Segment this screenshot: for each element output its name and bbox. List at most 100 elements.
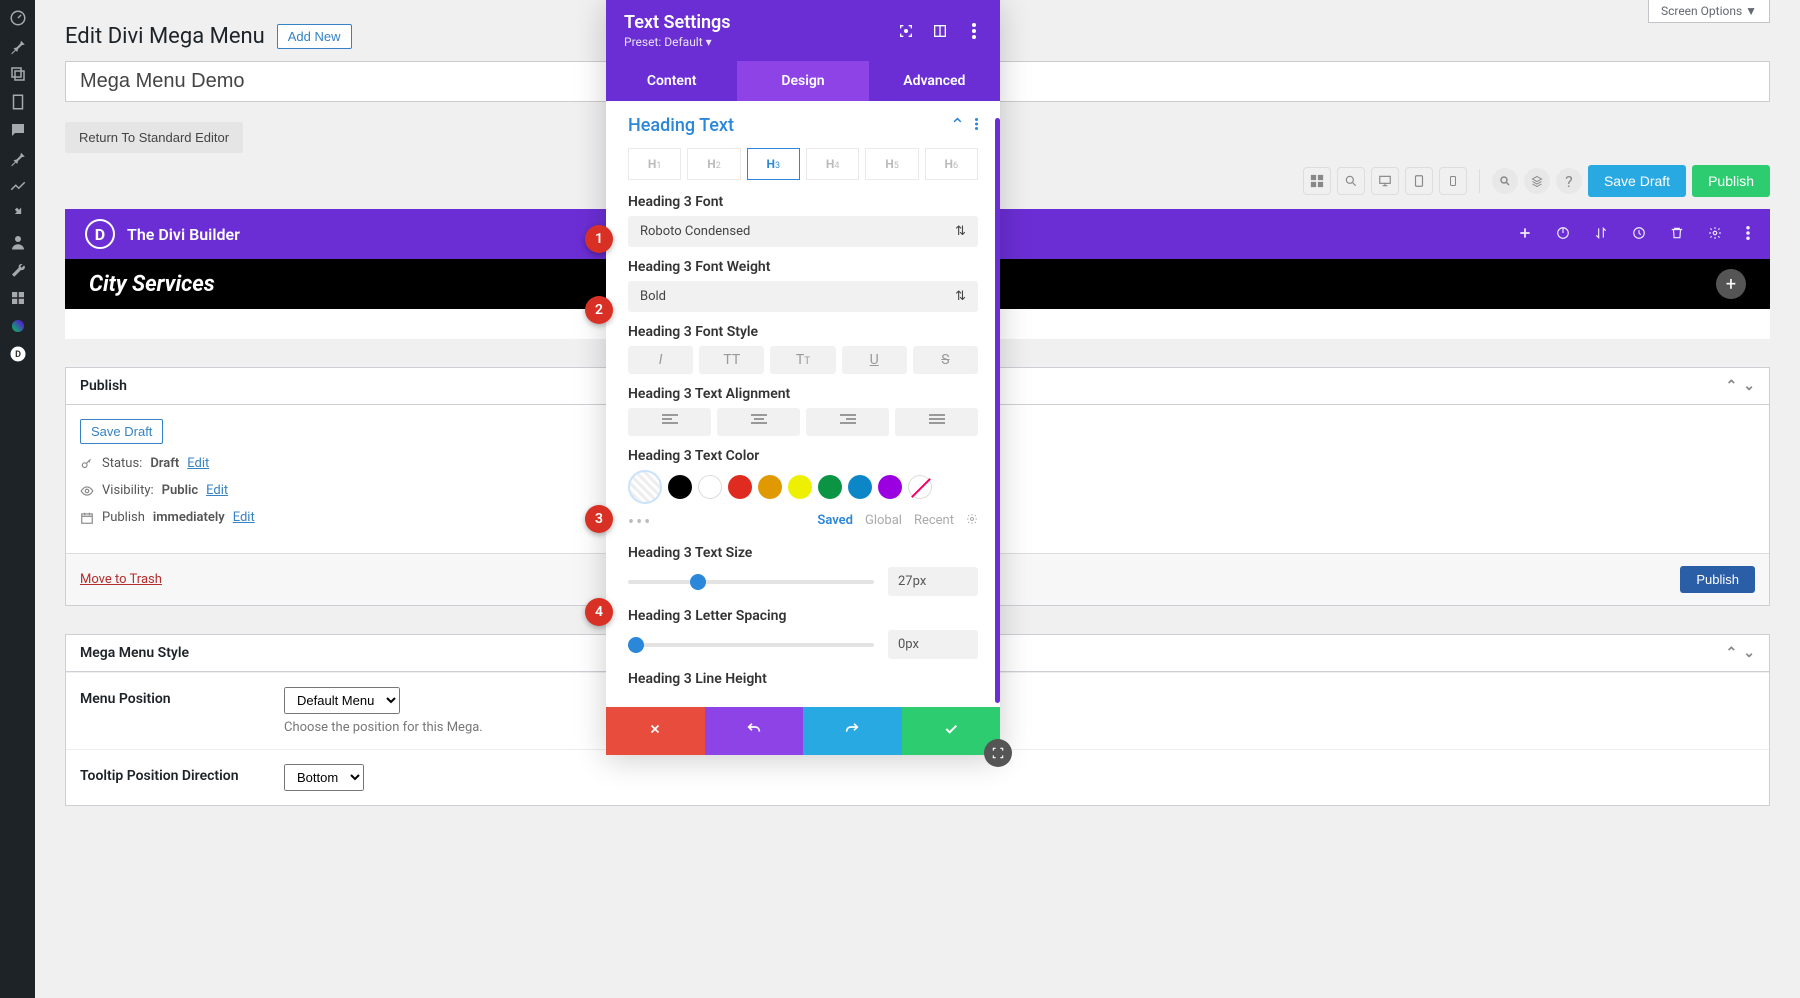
section-heading-text[interactable]: Heading Text — [628, 115, 734, 136]
comments-icon[interactable] — [6, 118, 30, 142]
focus-icon[interactable] — [898, 23, 914, 39]
color-swatch-current[interactable] — [628, 470, 662, 504]
smallcaps-button[interactable]: TT — [770, 346, 835, 374]
move-to-trash-link[interactable]: Move to Trash — [80, 572, 162, 587]
spacing-slider[interactable] — [628, 643, 874, 647]
color-tab-global[interactable]: Global — [865, 513, 902, 528]
align-center-button[interactable] — [717, 408, 800, 436]
plugins-icon[interactable] — [6, 202, 30, 226]
heading-level-1[interactable]: H1 — [628, 148, 681, 180]
chevron-up-icon[interactable]: ⌃ — [1726, 645, 1738, 661]
help-icon[interactable]: ? — [1556, 168, 1582, 194]
chevron-up-icon[interactable]: ⌃ — [1726, 378, 1738, 394]
align-left-button[interactable] — [628, 408, 711, 436]
color-swatch-4[interactable] — [788, 475, 812, 499]
color-swatch-0[interactable] — [668, 475, 692, 499]
publish-button[interactable]: Publish — [1692, 165, 1770, 197]
return-standard-editor-button[interactable]: Return To Standard Editor — [65, 122, 243, 153]
size-value-input[interactable]: 27px — [888, 567, 978, 596]
strikethrough-button[interactable]: S — [913, 346, 978, 374]
align-justify-button[interactable] — [895, 408, 978, 436]
italic-button[interactable]: I — [628, 346, 693, 374]
tab-advanced[interactable]: Advanced — [869, 61, 1000, 101]
mobile-icon[interactable] — [1439, 167, 1467, 195]
visibility-edit-link[interactable]: Edit — [206, 483, 228, 498]
align-right-button[interactable] — [806, 408, 889, 436]
chevron-up-icon[interactable]: ⌃ — [950, 115, 965, 136]
layers-icon[interactable] — [1524, 168, 1550, 194]
chevron-down-icon[interactable]: ⌄ — [1743, 645, 1755, 661]
color-swatch-2[interactable] — [728, 475, 752, 499]
sort-icon[interactable] — [1594, 225, 1608, 244]
trash-icon[interactable] — [1670, 225, 1684, 244]
add-new-button[interactable]: Add New — [277, 24, 352, 49]
menu-position-select[interactable]: Default Menu — [284, 687, 400, 714]
heading-level-5[interactable]: H5 — [865, 148, 918, 180]
redo-button[interactable] — [803, 707, 902, 755]
color-label: Heading 3 Text Color — [628, 448, 978, 464]
search-icon[interactable] — [1492, 168, 1518, 194]
color-swatch-1[interactable] — [698, 475, 722, 499]
gear-icon[interactable] — [1708, 225, 1722, 244]
tablet-icon[interactable] — [1405, 167, 1433, 195]
users-icon[interactable] — [6, 230, 30, 254]
undo-button[interactable] — [705, 707, 804, 755]
column-icon[interactable] — [932, 23, 948, 39]
publish-button-meta[interactable]: Publish — [1680, 566, 1755, 593]
resize-handle-icon[interactable] — [984, 739, 1012, 767]
history-icon[interactable] — [1632, 225, 1646, 244]
color-swatch-6[interactable] — [848, 475, 872, 499]
cancel-button[interactable] — [606, 707, 705, 755]
heading-level-3[interactable]: H3 — [747, 148, 800, 180]
underline-button[interactable]: U — [842, 346, 907, 374]
annotation-marker-4: 4 — [585, 598, 613, 626]
color-swatch-5[interactable] — [818, 475, 842, 499]
tab-design[interactable]: Design — [737, 61, 868, 101]
color-gear-icon[interactable] — [966, 513, 978, 529]
publish-edit-link[interactable]: Edit — [233, 510, 255, 525]
color-tab-recent[interactable]: Recent — [914, 513, 954, 528]
tools-icon[interactable] — [6, 258, 30, 282]
dashboard-icon[interactable] — [6, 6, 30, 30]
color-swatch-7[interactable] — [878, 475, 902, 499]
more-icon[interactable] — [975, 115, 978, 136]
chevron-down-icon[interactable]: ⌄ — [1743, 378, 1755, 394]
zoom-icon[interactable] — [1337, 167, 1365, 195]
font-select[interactable]: Roboto Condensed⇅ — [628, 216, 978, 247]
more-icon[interactable] — [1746, 225, 1750, 244]
heading-level-4[interactable]: H4 — [806, 148, 859, 180]
size-slider[interactable] — [628, 580, 874, 584]
color-swatch-reset[interactable] — [908, 475, 932, 499]
pin-icon[interactable] — [6, 34, 30, 58]
more-colors-icon[interactable]: ••• — [628, 512, 652, 533]
pages-icon[interactable] — [6, 90, 30, 114]
uppercase-button[interactable]: TT — [699, 346, 764, 374]
theme-icon[interactable] — [6, 314, 30, 338]
save-draft-button-meta[interactable]: Save Draft — [80, 419, 163, 444]
scrollbar[interactable] — [995, 118, 1000, 703]
power-icon[interactable] — [1556, 225, 1570, 244]
pin2-icon[interactable] — [6, 146, 30, 170]
grid-icon[interactable] — [1303, 167, 1331, 195]
add-icon[interactable] — [1518, 225, 1532, 244]
spacing-value-input[interactable]: 0px — [888, 630, 978, 659]
screen-options-toggle[interactable]: Screen Options ▼ — [1648, 0, 1770, 23]
color-swatch-3[interactable] — [758, 475, 782, 499]
add-module-icon[interactable]: + — [1716, 269, 1746, 299]
divi-icon[interactable]: D — [6, 342, 30, 366]
appearance-icon[interactable] — [6, 174, 30, 198]
tooltip-position-select[interactable]: Bottom — [284, 764, 364, 791]
metabox-title: Publish — [80, 378, 127, 394]
color-tab-saved[interactable]: Saved — [817, 513, 853, 528]
media-icon[interactable] — [6, 62, 30, 86]
desktop-icon[interactable] — [1371, 167, 1399, 195]
status-edit-link[interactable]: Edit — [187, 456, 209, 471]
save-draft-button[interactable]: Save Draft — [1588, 165, 1686, 197]
heading-level-6[interactable]: H6 — [925, 148, 978, 180]
settings-icon[interactable] — [6, 286, 30, 310]
more-icon[interactable] — [966, 23, 982, 39]
panel-preset[interactable]: Preset: Default ▾ — [624, 35, 731, 49]
heading-level-2[interactable]: H2 — [687, 148, 740, 180]
weight-select[interactable]: Bold⇅ — [628, 281, 978, 312]
tab-content[interactable]: Content — [606, 61, 737, 101]
